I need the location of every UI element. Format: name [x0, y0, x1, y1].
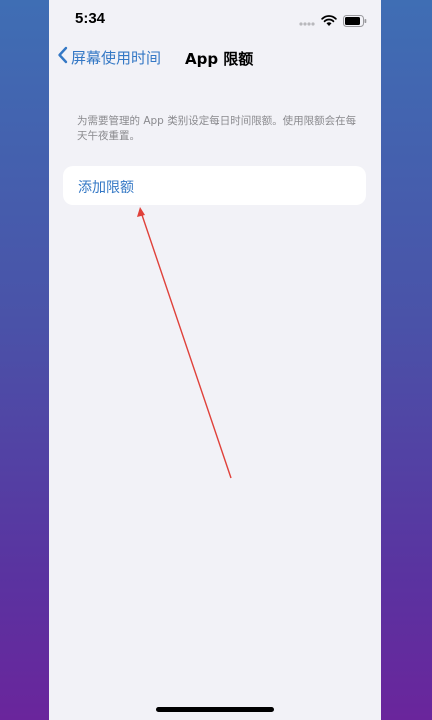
- home-indicator[interactable]: [156, 707, 274, 712]
- annotation-arrow: [137, 207, 232, 479]
- phone-screen: 5:34 屏幕使用时间 App 限额 为需要管理的 App 类别设定每日时间限额…: [49, 0, 381, 720]
